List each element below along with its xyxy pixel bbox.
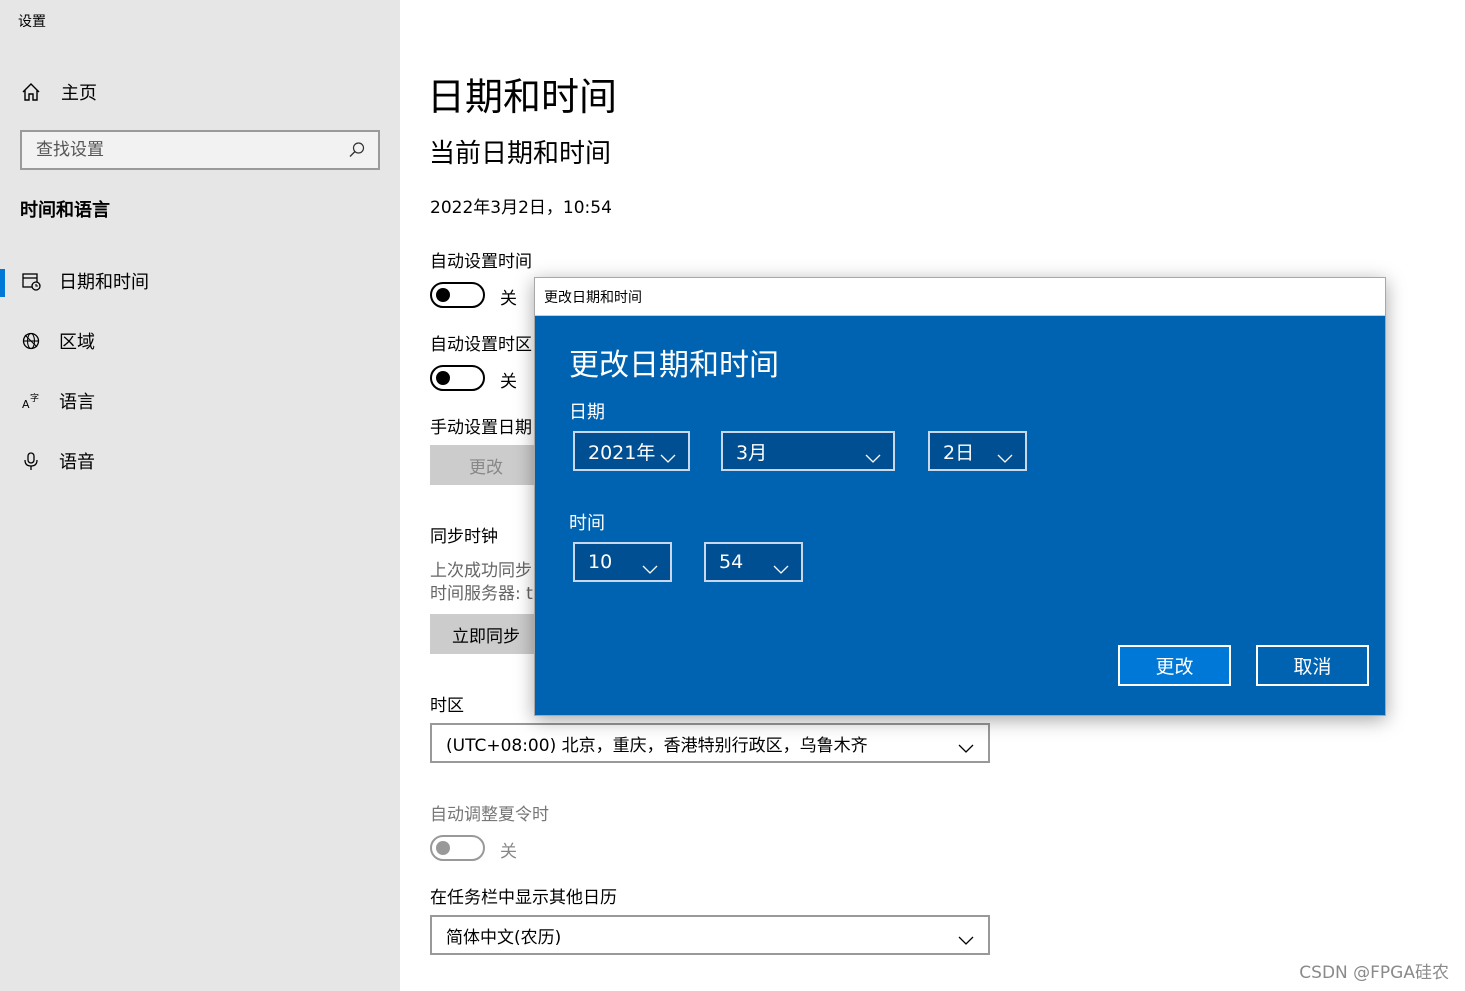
dst-label: 自动调整夏令时 (430, 805, 549, 825)
calendar-label: 在任务栏中显示其他日历 (430, 888, 617, 908)
auto-timezone-state: 关 (500, 372, 517, 392)
section-title: 时间和语言 (20, 200, 110, 221)
search-icon[interactable] (348, 141, 366, 159)
toggle-knob (436, 288, 450, 302)
search-box[interactable] (20, 130, 380, 170)
sidebar-item-speech[interactable]: 语音 (0, 437, 400, 485)
app-title: 设置 (18, 14, 46, 30)
timezone-label: 时区 (430, 696, 464, 716)
toggle-knob (436, 841, 450, 855)
minute-select[interactable]: 54 (704, 542, 803, 582)
calendar-value: 简体中文(农历) (446, 927, 562, 948)
language-icon: A字 (20, 390, 42, 412)
sidebar-item-language[interactable]: A字 语言 (0, 377, 400, 425)
sidebar-item-date-time[interactable]: 日期和时间 (0, 257, 400, 305)
home-icon (20, 81, 42, 103)
last-sync-text: 上次成功同步 (430, 561, 532, 581)
chevron-down-icon (642, 557, 658, 574)
chevron-down-icon (958, 930, 974, 945)
sidebar-item-label: 日期和时间 (59, 272, 149, 293)
page-title: 日期和时间 (427, 75, 618, 119)
dialog-heading: 更改日期和时间 (569, 348, 779, 383)
home-nav[interactable]: 主页 (20, 78, 97, 106)
day-value: 2日 (943, 441, 975, 464)
timezone-select[interactable]: (UTC+08:00) 北京，重庆，香港特别行政区，乌鲁木齐 (430, 723, 990, 763)
sidebar: 设置 主页 时间和语言 日期和时间 区域 A字 语言 语音 (0, 0, 400, 991)
auto-time-state: 关 (500, 289, 517, 309)
toggle-knob (436, 371, 450, 385)
auto-time-label: 自动设置时间 (430, 252, 532, 272)
home-label: 主页 (61, 83, 97, 104)
month-value: 3月 (736, 441, 768, 464)
dialog-titlebar[interactable]: 更改日期和时间 (535, 278, 1385, 316)
sync-label: 同步时钟 (430, 527, 498, 547)
chevron-down-icon (773, 557, 789, 574)
change-button[interactable]: 更改 (430, 445, 542, 485)
manual-set-label: 手动设置日期 (430, 418, 532, 438)
chevron-down-icon (865, 446, 881, 463)
watermark: CSDN @FPGA硅农 (1299, 963, 1449, 983)
dialog-window-title: 更改日期和时间 (544, 289, 642, 306)
current-datetime: 2022年3月2日，10:54 (430, 198, 612, 218)
year-value: 2021年 (588, 441, 656, 464)
day-select[interactable]: 2日 (928, 431, 1027, 471)
svg-text:字: 字 (30, 392, 39, 404)
chevron-down-icon (997, 446, 1013, 463)
calendar-select[interactable]: 简体中文(农历) (430, 915, 990, 955)
search-input[interactable] (36, 140, 348, 160)
chevron-down-icon (660, 446, 676, 463)
sidebar-item-label: 区域 (59, 332, 95, 353)
dst-toggle[interactable] (430, 835, 485, 861)
sidebar-item-label: 语音 (59, 452, 95, 473)
sidebar-item-label: 语言 (59, 392, 95, 413)
dst-state: 关 (500, 842, 517, 862)
time-server-text: 时间服务器: ti (430, 584, 538, 604)
time-label: 时间 (569, 513, 605, 534)
sync-now-button[interactable]: 立即同步 (430, 614, 542, 654)
dialog-cancel-button[interactable]: 取消 (1256, 645, 1369, 686)
timezone-value: (UTC+08:00) 北京，重庆，香港特别行政区，乌鲁木齐 (446, 735, 868, 756)
hour-select[interactable]: 10 (573, 542, 672, 582)
dialog-change-button[interactable]: 更改 (1118, 645, 1231, 686)
section-subtitle: 当前日期和时间 (429, 139, 612, 169)
month-select[interactable]: 3月 (721, 431, 895, 471)
auto-time-toggle[interactable] (430, 282, 485, 308)
year-select[interactable]: 2021年 (573, 431, 690, 471)
globe-icon (20, 330, 42, 352)
microphone-icon (20, 450, 42, 472)
auto-timezone-toggle[interactable] (430, 365, 485, 391)
sidebar-item-region[interactable]: 区域 (0, 317, 400, 365)
hour-value: 10 (588, 551, 613, 573)
calendar-clock-icon (20, 270, 42, 292)
minute-value: 54 (719, 551, 744, 573)
change-datetime-dialog: 更改日期和时间 更改日期和时间 日期 2021年 3月 2日 时间 10 54 … (534, 277, 1386, 716)
svg-text:A: A (22, 398, 30, 411)
date-label: 日期 (569, 402, 605, 423)
auto-timezone-label: 自动设置时区 (430, 335, 532, 355)
chevron-down-icon (958, 738, 974, 753)
